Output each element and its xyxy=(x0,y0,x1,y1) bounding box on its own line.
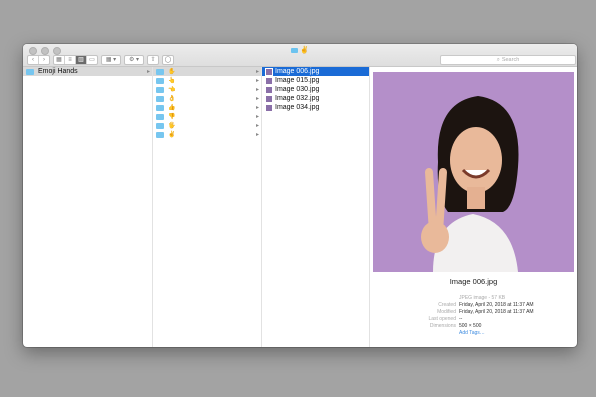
column-view-icon[interactable]: ▥ xyxy=(76,56,87,64)
folder-icon xyxy=(156,122,164,129)
window-title: ✌ xyxy=(291,46,309,54)
folder-label: 🖐 xyxy=(168,122,176,129)
file-name: Image 015.jpg xyxy=(275,77,320,84)
image-preview xyxy=(373,72,574,272)
folder-label: ✋ xyxy=(168,68,176,75)
image-thumbnail-icon xyxy=(265,94,273,103)
file-name: Image 030.jpg xyxy=(275,86,320,93)
modified-value: Friday, April 20, 2018 at 11:37 AM xyxy=(459,308,534,315)
dimensions-label: Dimensions xyxy=(429,322,456,329)
file-kind: JPEG image - 57 KB xyxy=(459,294,506,301)
file-row[interactable]: Image 015.jpg xyxy=(262,76,369,85)
chevron-right-icon: ▸ xyxy=(255,87,259,93)
folder-label: 👆 xyxy=(168,77,176,84)
folder-label: 👌 xyxy=(168,95,176,102)
folder-icon xyxy=(156,95,164,102)
image-thumbnail-icon xyxy=(265,76,273,85)
metadata-panel: JPEG image - 57 KB Created Friday, April … xyxy=(370,294,577,336)
chevron-right-icon: ▸ xyxy=(255,105,259,111)
file-name: Image 006.jpg xyxy=(275,68,320,75)
folder-icon xyxy=(156,113,164,120)
opened-value: -- xyxy=(459,315,463,322)
file-row[interactable]: Image 006.jpg xyxy=(262,67,369,76)
minimize-button[interactable] xyxy=(41,47,49,55)
list-item[interactable]: 🖐 ▸ xyxy=(153,121,261,130)
list-item[interactable]: 👌 ▸ xyxy=(153,94,261,103)
image-thumbnail-icon xyxy=(265,103,273,112)
folder-label: 👍 xyxy=(168,104,176,111)
folder-icon xyxy=(156,77,164,84)
list-item[interactable]: ✌ ▸ xyxy=(153,130,261,139)
list-item[interactable]: 👈 ▸ xyxy=(153,85,261,94)
list-item[interactable]: 👆 ▸ xyxy=(153,76,261,85)
folder-icon xyxy=(156,131,164,138)
gallery-view-icon[interactable]: ▭ xyxy=(87,56,97,64)
modified-label: Modified xyxy=(437,308,456,315)
close-button[interactable] xyxy=(29,47,37,55)
folder-icon xyxy=(26,68,34,75)
file-name: Image 034.jpg xyxy=(275,104,320,111)
add-tags-link[interactable]: Add Tags… xyxy=(459,330,485,336)
toolbar: ‹ › ▦ ≡ ▥ ▭ ▦ ▾ ⚙ ▾ ⇧ ◯ xyxy=(27,55,174,65)
folder-icon xyxy=(156,104,164,111)
list-item[interactable]: 👎 ▸ xyxy=(153,112,261,121)
folder-icon xyxy=(156,68,164,75)
zoom-button[interactable] xyxy=(53,47,61,55)
chevron-right-icon: ▸ xyxy=(255,69,259,75)
folder-emoji-hands[interactable]: Emoji Hands ▸ xyxy=(23,67,152,76)
forward-button[interactable]: › xyxy=(39,56,49,64)
title-emoji: ✌ xyxy=(300,47,309,54)
icon-view-icon[interactable]: ▦ xyxy=(54,56,65,64)
chevron-right-icon: ▸ xyxy=(255,132,259,138)
action-gear-button[interactable]: ⚙ ▾ xyxy=(124,55,144,65)
file-row[interactable]: Image 032.jpg xyxy=(262,94,369,103)
share-button[interactable]: ⇧ xyxy=(147,55,159,65)
created-value: Friday, April 20, 2018 at 11:37 AM xyxy=(459,301,534,308)
preview-filename: Image 006.jpg xyxy=(449,277,498,286)
folder-icon xyxy=(291,47,298,53)
file-name: Image 032.jpg xyxy=(275,95,320,102)
folder-label: 👈 xyxy=(168,86,176,93)
chevron-right-icon: ▸ xyxy=(255,78,259,84)
column-2: ✋ ▸ 👆 ▸ 👈 ▸ 👌 ▸ 👍 ▸ 👎 ▸ 🖐 ▸ ✌ ▸ xyxy=(153,67,262,347)
created-label: Created xyxy=(438,301,456,308)
preview-pane: Image 006.jpg JPEG image - 57 KB Created… xyxy=(370,67,577,347)
list-view-icon[interactable]: ≡ xyxy=(65,56,76,64)
title-bar: ✌ ‹ › ▦ ≡ ▥ ▭ ▦ ▾ ⚙ ▾ ⇧ ◯ ⌕ Search xyxy=(23,44,577,67)
file-row[interactable]: Image 030.jpg xyxy=(262,85,369,94)
search-placeholder: Search xyxy=(501,57,520,63)
chevron-right-icon: ▸ xyxy=(255,96,259,102)
chevron-right-icon: ▸ xyxy=(255,114,259,120)
arrange-button[interactable]: ▦ ▾ xyxy=(101,55,121,65)
file-row[interactable]: Image 034.jpg xyxy=(262,103,369,112)
nav-buttons: ‹ › xyxy=(27,55,50,65)
view-switcher: ▦ ≡ ▥ ▭ xyxy=(53,55,98,65)
folder-label: Emoji Hands xyxy=(38,68,78,75)
chevron-right-icon: ▸ xyxy=(255,123,259,129)
search-field[interactable]: ⌕ Search xyxy=(440,55,576,65)
list-item[interactable]: ✋ ▸ xyxy=(153,67,261,76)
folder-label: ✌ xyxy=(168,131,176,138)
image-thumbnail-icon xyxy=(265,67,273,76)
search-icon: ⌕ xyxy=(496,56,500,63)
column-3: Image 006.jpg Image 015.jpg Image 030.jp… xyxy=(262,67,370,347)
tag-button[interactable]: ◯ xyxy=(162,55,174,65)
opened-label: Last opened xyxy=(428,315,456,322)
dimensions-value: 500 × 500 xyxy=(459,322,482,329)
photo-illustration xyxy=(373,72,574,272)
column-1: Emoji Hands ▸ xyxy=(23,67,153,347)
folder-label: 👎 xyxy=(168,113,176,120)
traffic-lights xyxy=(29,47,61,55)
list-item[interactable]: 👍 ▸ xyxy=(153,103,261,112)
image-thumbnail-icon xyxy=(265,85,273,94)
chevron-right-icon: ▸ xyxy=(146,69,150,75)
folder-icon xyxy=(156,86,164,93)
finder-window: ✌ ‹ › ▦ ≡ ▥ ▭ ▦ ▾ ⚙ ▾ ⇧ ◯ ⌕ Search Emoji… xyxy=(23,44,577,347)
back-button[interactable]: ‹ xyxy=(28,56,39,64)
